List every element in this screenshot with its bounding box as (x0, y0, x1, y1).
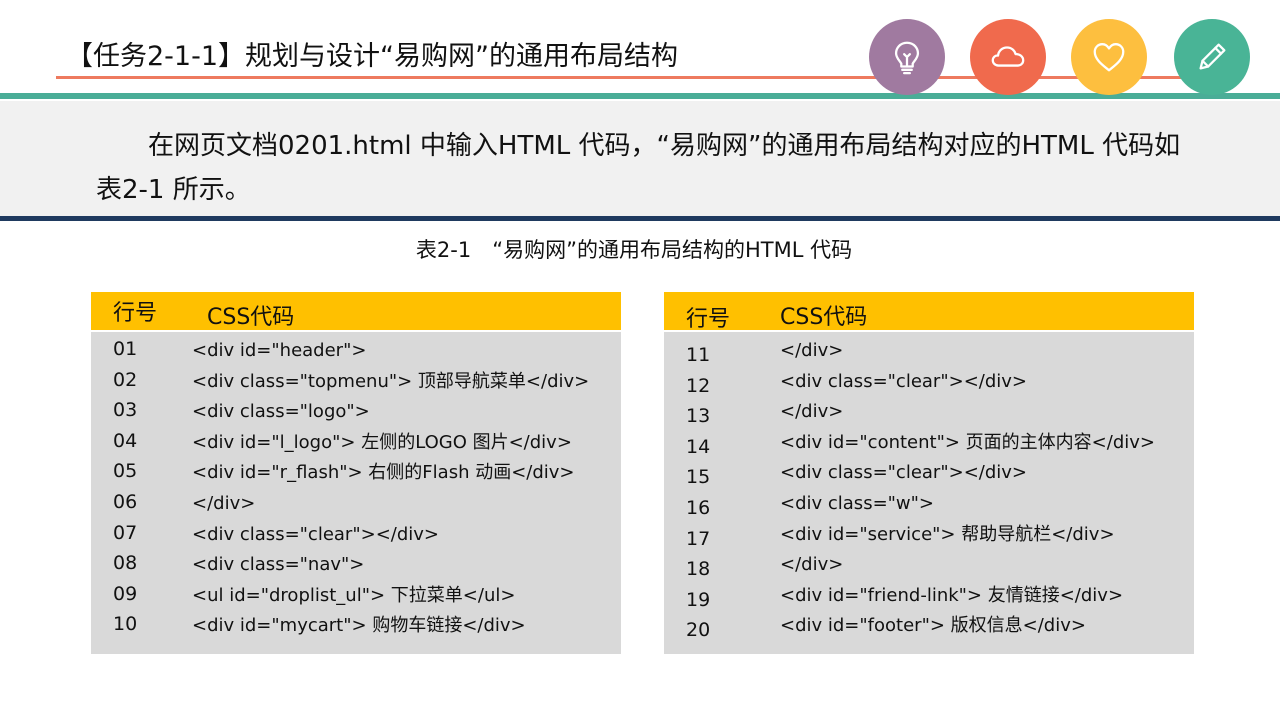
lightbulb-icon (869, 19, 945, 95)
table-row: 09 <ul id="droplist_ul"> 下拉菜单</ul> (91, 581, 621, 612)
table-caption: 表2-1 “易购网”的通用布局结构的HTML 代码 (415, 238, 853, 262)
column-header-lineno: 行号 (686, 307, 731, 332)
code-line: <div id="header"> (192, 340, 367, 361)
line-number: 07 (113, 521, 138, 544)
table-row: 15 <div class="clear"></div> (664, 458, 1194, 489)
code-line: <div id="mycart"> 购物车链接</div> (192, 615, 526, 637)
table-row: 20 <div id="footer"> 版权信息</div> (664, 611, 1194, 642)
table-header: 行号 CSS代码 (91, 292, 621, 332)
cloud-icon (970, 19, 1046, 95)
line-number: 02 (113, 368, 138, 391)
table-row: 04 <div id="l_logo"> 左侧的LOGO 图片</div> (91, 428, 621, 459)
table-row: 05 <div id="r_flash"> 右侧的Flash 动画</div> (91, 458, 621, 489)
code-line: <ul id="droplist_ul"> 下拉菜单</ul> (192, 584, 516, 606)
code-line: <div class="clear"></div> (192, 523, 439, 545)
table-row: 14 <div id="content"> 页面的主体内容</div> (664, 428, 1194, 459)
line-number: 20 (686, 619, 711, 642)
table-row: 06 </div> (91, 489, 621, 520)
code-line: <div id="friend-link"> 友情链接</div> (780, 584, 1124, 606)
code-line: </div> (780, 401, 844, 423)
pencil-icon (1174, 19, 1250, 95)
line-number: 06 (113, 490, 138, 513)
table-row: 18 </div> (664, 550, 1194, 581)
code-line: <div id="l_logo"> 左侧的LOGO 图片</div> (192, 431, 572, 453)
intro-paragraph: 在网页文档0201.html 中输入HTML 代码，“易购网”的通用布局结构对应… (96, 131, 1181, 205)
code-line: <div id="r_flash"> 右侧的Flash 动画</div> (192, 462, 575, 484)
line-number: 10 (113, 613, 138, 636)
line-number: 16 (686, 496, 711, 519)
line-number: 04 (113, 429, 138, 452)
table-row: 01 <div id="header"> (91, 336, 621, 367)
column-header-code: CSS代码 (780, 305, 868, 330)
heart-icon (1071, 19, 1147, 95)
code-line: <div class="w"> (780, 492, 935, 514)
line-number: 01 (113, 338, 138, 360)
table-row: 02 <div class="topmenu"> 顶部导航菜单</div> (91, 367, 621, 398)
line-number: 18 (686, 558, 711, 581)
table-row: 07 <div class="clear"></div> (91, 520, 621, 551)
code-line: <div id="footer"> 版权信息</div> (780, 615, 1086, 637)
code-line: <div class="nav"> (192, 554, 365, 576)
table-row: 19 <div id="friend-link"> 友情链接</div> (664, 581, 1194, 612)
decorative-icons (0, 19, 1280, 97)
table-row: 03 <div class="logo"> (91, 397, 621, 428)
line-number: 12 (686, 374, 711, 397)
line-number: 03 (113, 399, 138, 422)
table-row: 16 <div class="w"> (664, 489, 1194, 520)
code-line: <div class="clear"></div> (780, 370, 1027, 392)
table-row: 08 <div class="nav"> (91, 550, 621, 581)
column-header-code: CSS代码 (207, 305, 295, 330)
line-number: 05 (113, 460, 138, 483)
column-header-lineno: 行号 (113, 301, 158, 326)
table-row: 17 <div id="service"> 帮助导航栏</div> (664, 520, 1194, 551)
code-line: </div> (780, 340, 844, 361)
line-number: 14 (686, 435, 711, 458)
code-table-left: 行号 CSS代码 01 <div id="header"> 02 <div clas… (91, 292, 621, 654)
line-number: 11 (686, 344, 711, 366)
table-row: 10 <div id="mycart"> 购物车链接</div> (91, 611, 621, 642)
section-divider (0, 216, 1280, 221)
line-number: 19 (686, 588, 711, 611)
code-line: <div class="topmenu"> 顶部导航菜单</div> (192, 370, 590, 392)
code-line: <div class="logo"> (192, 401, 370, 423)
line-number: 13 (686, 405, 711, 428)
line-number: 08 (113, 552, 138, 575)
code-line: </div> (192, 492, 256, 514)
table-header: 行号 CSS代码 (664, 292, 1194, 332)
line-number: 09 (113, 582, 138, 605)
table-row: 11 </div> (664, 336, 1194, 367)
code-line: <div class="clear"></div> (780, 462, 1027, 484)
code-line: </div> (780, 554, 844, 576)
code-line: <div id="content"> 页面的主体内容</div> (780, 431, 1155, 453)
code-table-right: 行号 CSS代码 11 </div> 12 <div class="clear"><… (664, 292, 1194, 654)
table-row: 12 <div class="clear"></div> (664, 367, 1194, 398)
line-number: 15 (686, 466, 711, 489)
line-number: 17 (686, 527, 711, 550)
code-line: <div id="service"> 帮助导航栏</div> (780, 523, 1115, 545)
table-row: 13 </div> (664, 397, 1194, 428)
